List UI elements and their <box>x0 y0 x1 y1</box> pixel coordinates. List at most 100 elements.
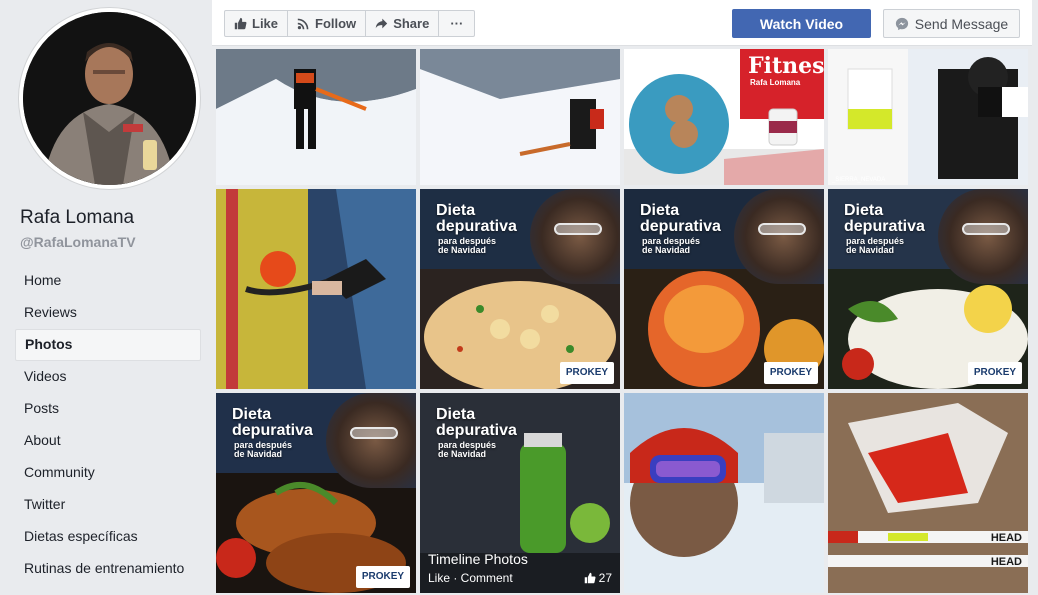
share-button[interactable]: Share <box>366 11 440 36</box>
dieta-title-line2: depurativa <box>844 218 925 235</box>
dieta-title: Dieta depurativa <box>640 203 721 235</box>
timeline-title[interactable]: Timeline Photos <box>428 551 528 567</box>
nav-item-home[interactable]: Home <box>15 265 201 297</box>
like-count-value: 27 <box>598 571 612 585</box>
prokey-logo-text: PROKEY <box>565 367 609 378</box>
photo-ski-mountain-2[interactable] <box>420 49 620 185</box>
nav-item-reviews[interactable]: Reviews <box>15 297 201 329</box>
presenter-face-image <box>734 189 824 284</box>
dieta-title-line2: depurativa <box>436 422 517 439</box>
like-count[interactable]: 27 <box>584 571 612 585</box>
dieta-subtitle: para después de Navidad <box>234 441 292 459</box>
more-options-button[interactable]: ··· <box>439 11 474 36</box>
share-arrow-icon <box>376 18 388 29</box>
dieta-sub-line2: de Navidad <box>234 449 283 459</box>
page-title: Rafa Lomana <box>20 207 135 228</box>
dieta-title-line2: depurativa <box>232 422 313 439</box>
dieta-subtitle: para después de Navidad <box>438 441 496 459</box>
head-brand-label-2: HEAD <box>990 556 1022 568</box>
like-button[interactable]: Like <box>225 11 289 36</box>
dieta-sub-line2: de Navidad <box>642 245 691 255</box>
like-button-label: Like <box>252 16 279 31</box>
head-brand-label-1: HEAD <box>990 532 1022 544</box>
dieta-title: Dieta depurativa <box>436 203 517 235</box>
share-button-label: Share <box>393 16 430 31</box>
sierra-caption: _SIERRA_NEVADA <box>832 177 886 183</box>
profile-photo-art <box>23 12 196 185</box>
nav-item-dietas[interactable]: Dietas específicas <box>15 521 201 553</box>
dieta-subtitle: para después de Navidad <box>438 237 496 255</box>
timeline-actions[interactable]: Like · Comment <box>428 571 528 585</box>
watch-video-label: Watch Video <box>759 15 844 32</box>
thumbs-up-icon <box>234 17 247 30</box>
photo-fitness-product[interactable]: Fitness Rafa Lomana <box>624 49 824 185</box>
photo-ski-mountain-1[interactable] <box>216 49 416 185</box>
dieta-sub-line2: de Navidad <box>438 449 487 459</box>
photo-art <box>216 189 416 389</box>
dieta-title: Dieta depurativa <box>844 203 925 235</box>
photo-dieta-1[interactable]: Dieta depurativa para después de Navidad P… <box>420 189 620 389</box>
presenter-face-image <box>326 393 416 488</box>
page-handle[interactable]: @RafaLomanaTV <box>20 234 136 250</box>
dieta-title-line2: depurativa <box>640 218 721 235</box>
prokey-logo-text: PROKEY <box>769 367 813 378</box>
photo-ski-selfie[interactable] <box>624 393 824 593</box>
follow-button-label: Follow <box>315 16 357 31</box>
dieta-subtitle: para después de Navidad <box>642 237 700 255</box>
photo-ski-race[interactable]: _SIERRA_NEVADA <box>828 49 1028 185</box>
photo-dieta-3[interactable]: Dieta depurativa para después de Navidad P… <box>828 189 1028 389</box>
photo-art <box>828 49 1028 185</box>
photo-climbing-gear[interactable] <box>216 189 416 389</box>
dieta-title-line2: depurativa <box>436 218 517 235</box>
dieta-title-line1: Dieta <box>436 406 476 423</box>
dieta-title-line1: Dieta <box>232 406 272 423</box>
photo-art <box>420 49 620 185</box>
dieta-subtitle: para después de Navidad <box>846 237 904 255</box>
nav-item-twitter[interactable]: Twitter <box>15 489 201 521</box>
fitness-subtitle: Rafa Lomana <box>750 78 801 87</box>
nav-item-posts[interactable]: Posts <box>15 393 201 425</box>
prokey-logo-text: PROKEY <box>361 571 405 582</box>
messenger-icon <box>895 17 908 30</box>
left-sidebar: Rafa Lomana @RafaLomanaTV Home Reviews P… <box>0 0 210 595</box>
nav-item-videos[interactable]: Videos <box>15 361 201 393</box>
nav-item-community[interactable]: Community <box>15 457 201 489</box>
thumbs-up-icon <box>584 572 596 584</box>
timeline-caption: Timeline Photos Like · Comment <box>428 551 528 585</box>
photo-art <box>624 393 824 593</box>
prokey-logo: PROKEY <box>356 566 410 588</box>
fitness-title: Fitness <box>748 53 824 79</box>
photo-dieta-4[interactable]: Dieta depurativa para después de Navidad P… <box>216 393 416 593</box>
dieta-sub-line2: de Navidad <box>438 245 487 255</box>
follow-button[interactable]: Follow <box>288 11 367 36</box>
action-button-group: Like Follow Share ··· <box>224 10 476 37</box>
nav-item-rutinas[interactable]: Rutinas de entrenamiento <box>15 553 201 585</box>
photo-grid: Fitness Rafa Lomana _SIERRA_NEVADA <box>216 49 1028 595</box>
nav-item-photos[interactable]: Photos <box>15 329 201 361</box>
watch-video-button[interactable]: Watch Video <box>732 9 871 38</box>
page-nav: Home Reviews Photos Videos Posts About C… <box>15 265 201 585</box>
dieta-title-line1: Dieta <box>436 202 476 219</box>
page-action-bar: Like Follow Share ··· Watch Video Send M… <box>212 0 1032 46</box>
prokey-logo: PROKEY <box>764 362 818 384</box>
prokey-logo: PROKEY <box>560 362 614 384</box>
dieta-title-line1: Dieta <box>844 202 884 219</box>
send-message-button[interactable]: Send Message <box>883 9 1020 38</box>
nav-item-about[interactable]: About <box>15 425 201 457</box>
dieta-title: Dieta depurativa <box>436 407 517 439</box>
profile-picture[interactable] <box>19 8 200 189</box>
dieta-title: Dieta depurativa <box>232 407 313 439</box>
photo-art <box>216 49 416 185</box>
dieta-title-line1: Dieta <box>640 202 680 219</box>
send-message-label: Send Message <box>914 15 1009 32</box>
presenter-face-image <box>530 189 620 284</box>
photo-timeline[interactable]: Dieta depurativa para después de Navidad T… <box>420 393 620 593</box>
prokey-logo-text: PROKEY <box>973 367 1017 378</box>
profile-photo <box>23 12 196 185</box>
presenter-face-image <box>938 189 1028 284</box>
prokey-logo: PROKEY <box>968 362 1022 384</box>
more-dots-icon: ··· <box>450 16 464 31</box>
photo-ski-gear[interactable]: HEAD HEAD <box>828 393 1028 593</box>
photo-dieta-2[interactable]: Dieta depurativa para después de Navidad P… <box>624 189 824 389</box>
dieta-sub-line2: de Navidad <box>846 245 895 255</box>
